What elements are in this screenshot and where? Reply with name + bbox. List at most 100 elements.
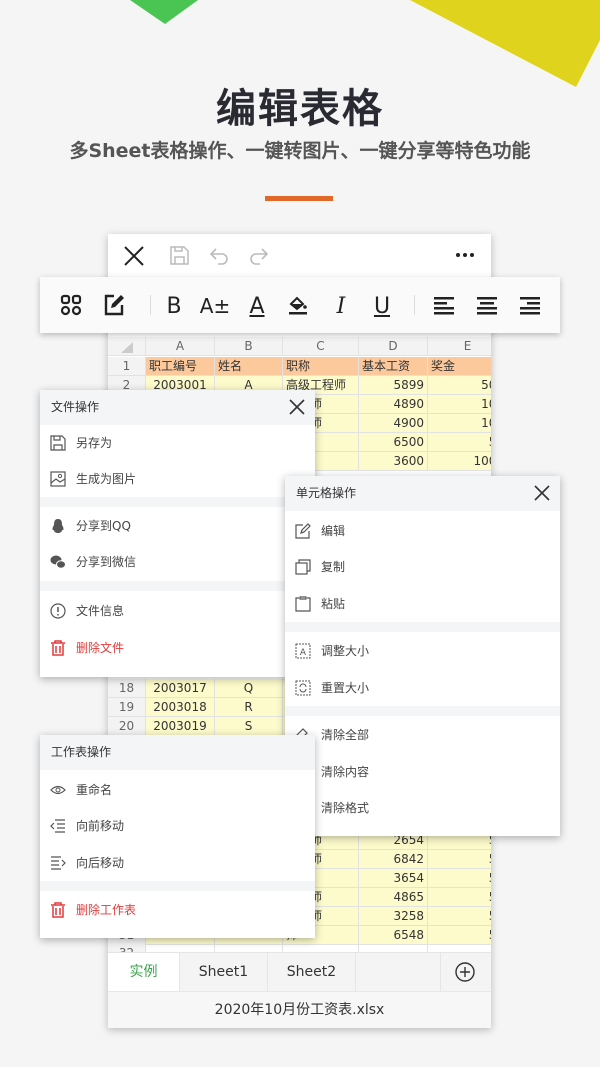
close-icon[interactable] — [289, 399, 305, 415]
cell[interactable]: 50 — [428, 925, 491, 945]
menu-item-move-backward[interactable]: 向后移动 — [40, 845, 315, 881]
row-header[interactable]: 1 — [108, 357, 146, 376]
cell[interactable]: 50 — [428, 906, 491, 926]
menu-item-paste[interactable]: 粘贴 — [285, 586, 560, 622]
cell[interactable]: 1000 — [428, 451, 491, 471]
rename-icon — [50, 785, 66, 795]
svg-text:A: A — [300, 648, 307, 658]
fill-color-icon[interactable] — [286, 293, 312, 319]
qq-icon — [52, 519, 64, 533]
cell[interactable]: R — [215, 698, 283, 718]
cell[interactable]: 100 — [428, 413, 491, 433]
tab-sheet-active[interactable]: 实例 — [108, 953, 180, 992]
menu-item-label: 删除工作表 — [76, 903, 137, 917]
paste-icon — [295, 596, 311, 612]
cell[interactable]: 100 — [428, 394, 491, 414]
menu-item-move-forward[interactable]: 向前移动 — [40, 808, 315, 844]
cell[interactable]: 4890 — [359, 394, 428, 414]
menu-item-share-qq[interactable]: 分享到QQ — [40, 508, 315, 544]
menu-item-share-wechat[interactable]: 分享到微信 — [40, 544, 315, 580]
undo-icon[interactable] — [208, 244, 230, 266]
tab-sheet1[interactable]: Sheet1 — [180, 953, 268, 992]
cell[interactable]: 3654 — [359, 868, 428, 888]
font-color-button[interactable]: A — [244, 293, 270, 319]
menu-item-label: 向前移动 — [76, 819, 125, 833]
cell[interactable]: 3258 — [359, 906, 428, 926]
cell[interactable]: 职工编号 — [146, 357, 215, 376]
align-center-icon[interactable] — [475, 293, 501, 319]
save-icon[interactable] — [168, 244, 190, 266]
cell[interactable]: 50 — [428, 868, 491, 888]
close-icon[interactable] — [534, 485, 550, 501]
column-header[interactable]: E — [428, 337, 491, 356]
cell[interactable]: 6842 — [359, 849, 428, 869]
select-all-corner[interactable] — [108, 337, 146, 356]
cell[interactable]: 6500 — [359, 432, 428, 452]
tab-empty — [356, 953, 441, 992]
menu-item-rename[interactable]: 重命名 — [40, 772, 315, 808]
align-right-icon[interactable] — [518, 293, 544, 319]
row-header[interactable]: 20 — [108, 717, 146, 737]
menu-item-clear-content[interactable]: A清除内容 — [285, 754, 560, 790]
column-header[interactable]: B — [215, 337, 283, 356]
menu-item-file-info[interactable]: 文件信息 — [40, 593, 315, 629]
cell[interactable]: 50 — [428, 849, 491, 869]
cell[interactable]: 500 — [428, 375, 491, 395]
column-header[interactable]: C — [283, 337, 359, 356]
menu-item-save-as[interactable]: 另存为 — [40, 425, 315, 461]
bold-button[interactable]: B — [161, 293, 187, 319]
menu-item-reset-size[interactable]: 重置大小 — [285, 670, 560, 706]
font-size-button[interactable]: A± — [200, 293, 230, 319]
menu-item-label: 调整大小 — [321, 644, 370, 658]
plus-circle-icon[interactable] — [454, 961, 476, 983]
cell[interactable]: 2003019 — [146, 717, 215, 737]
apps-icon[interactable] — [59, 293, 85, 319]
cell[interactable]: 基本工资 — [359, 357, 428, 376]
underline-button[interactable]: U — [369, 293, 395, 319]
menu-title: 单元格操作 — [285, 476, 560, 511]
cell[interactable]: 4865 — [359, 887, 428, 907]
menu-item-copy[interactable]: 复制 — [285, 549, 560, 585]
reset-icon — [295, 680, 311, 696]
cell[interactable]: S — [215, 717, 283, 737]
column-header[interactable]: D — [359, 337, 428, 356]
cell[interactable]: 6548 — [359, 925, 428, 945]
cell[interactable]: 2003017 — [146, 679, 215, 699]
menu-item-label: 另存为 — [76, 436, 113, 450]
row-header[interactable]: 18 — [108, 679, 146, 699]
tab-sheet2[interactable]: Sheet2 — [268, 953, 356, 992]
menu-item-edit[interactable]: 编辑 — [285, 513, 560, 549]
cell[interactable]: 50 — [428, 432, 491, 452]
cell[interactable]: Q — [215, 679, 283, 699]
separator — [40, 497, 315, 507]
align-left-icon[interactable] — [432, 293, 458, 319]
cell[interactable]: 4900 — [359, 413, 428, 433]
file-operations-menu: 文件操作 另存为 生成为图片 分享到QQ 分享到微信 文件信息 删除文件 — [40, 390, 315, 677]
green-triangle — [130, 0, 198, 24]
cell[interactable]: 3600 — [359, 451, 428, 471]
menu-item-export-image[interactable]: 生成为图片 — [40, 461, 315, 497]
cell[interactable]: 奖金 — [428, 357, 491, 376]
menu-item-resize[interactable]: A 调整大小 — [285, 633, 560, 669]
menu-item-clear-format[interactable]: 清除格式 — [285, 790, 560, 826]
menu-item-label: 编辑 — [321, 524, 346, 538]
cell[interactable]: 姓名 — [215, 357, 283, 376]
row-header[interactable]: 19 — [108, 698, 146, 718]
menu-item-delete-sheet[interactable]: 删除工作表 — [40, 892, 315, 928]
image-icon — [50, 471, 66, 487]
redo-icon[interactable] — [248, 244, 270, 266]
menu-item-delete-file[interactable]: 删除文件 — [40, 630, 315, 666]
cell[interactable]: 职称 — [283, 357, 359, 376]
cell[interactable]: 50 — [428, 887, 491, 907]
menu-item-label: 删除文件 — [76, 641, 125, 655]
cell[interactable]: 2003018 — [146, 698, 215, 718]
edit-icon[interactable] — [102, 293, 128, 319]
menu-item-clear-all[interactable]: 清除全部 — [285, 717, 560, 753]
close-icon[interactable] — [122, 244, 146, 268]
italic-button[interactable]: I — [328, 293, 354, 319]
column-header[interactable]: A — [146, 337, 215, 356]
wechat-icon — [50, 555, 66, 569]
more-icon[interactable] — [454, 244, 476, 266]
cell[interactable]: 5899 — [359, 375, 428, 395]
yellow-shape — [410, 0, 600, 87]
